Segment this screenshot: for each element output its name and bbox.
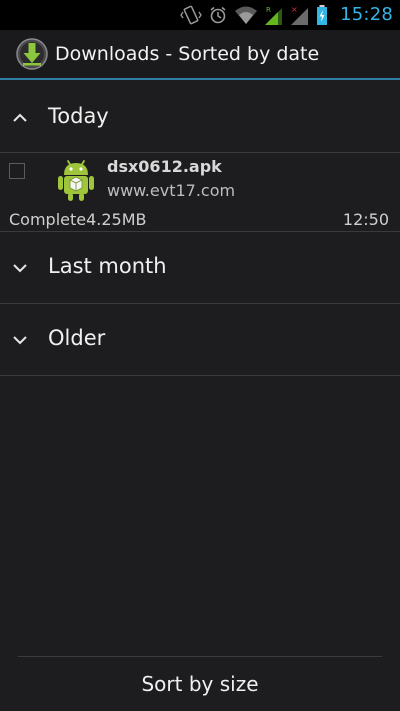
file-size: 4.25MB: [86, 210, 147, 229]
signal-x-icon: ×: [290, 4, 310, 26]
group-label-today: Today: [48, 104, 109, 128]
download-icon[interactable]: [15, 37, 49, 71]
status-time: 15:28: [340, 4, 393, 25]
chevron-up-icon: [11, 109, 29, 127]
file-source-host: www.evt17.com: [107, 181, 236, 200]
item-checkbox[interactable]: [9, 163, 25, 179]
status-icons: R ×: [180, 3, 328, 27]
group-label-older: Older: [48, 326, 106, 350]
battery-charging-icon: [316, 4, 328, 26]
action-bar: Downloads - Sorted by date: [0, 30, 400, 80]
sort-by-size-button[interactable]: Sort by size: [0, 657, 400, 711]
download-time: 12:50: [342, 210, 389, 229]
group-last-month-header[interactable]: Last month: [0, 232, 400, 304]
download-status: Complete: [9, 210, 87, 229]
status-bar: R × 15:28: [0, 0, 400, 30]
vibrate-icon: [180, 4, 202, 26]
alarm-icon: [208, 5, 228, 25]
signal-r-icon: R: [264, 4, 284, 26]
android-package-icon: [55, 157, 97, 203]
group-label-last-month: Last month: [48, 254, 167, 278]
download-status-line: Complete4.25MB: [9, 210, 147, 229]
chevron-down-icon: [11, 259, 29, 277]
chevron-down-icon: [11, 331, 29, 349]
group-older-header[interactable]: Older: [0, 304, 400, 376]
svg-text:R: R: [266, 6, 271, 14]
svg-text:×: ×: [291, 5, 298, 14]
wifi-icon: [234, 5, 258, 25]
file-name: dsx0612.apk: [107, 157, 222, 176]
group-today-header[interactable]: Today: [0, 82, 400, 153]
page-title: Downloads - Sorted by date: [55, 43, 320, 65]
downloads-screen: R × 15:28 Downloads - Sorted by date Tod…: [0, 0, 400, 711]
